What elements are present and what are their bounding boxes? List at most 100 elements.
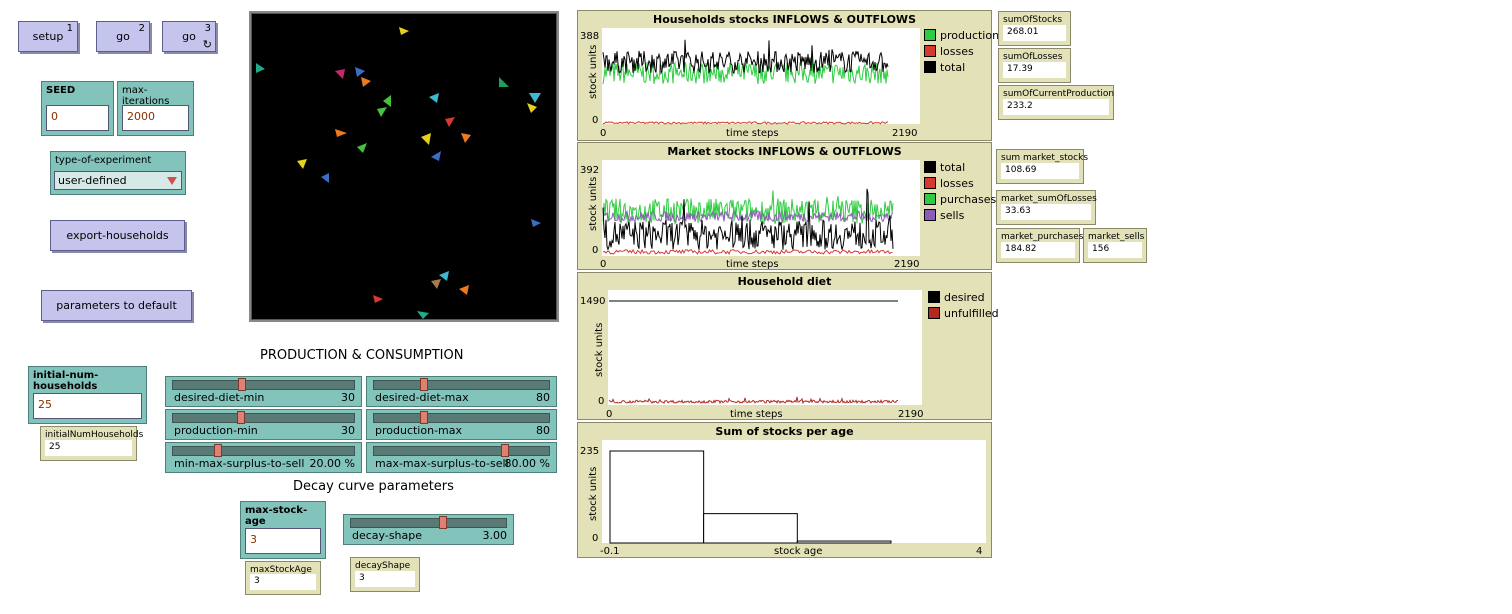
histogram-bar [609, 450, 705, 544]
setup-button[interactable]: setup 1 [18, 21, 78, 52]
slider-track[interactable] [172, 413, 355, 423]
slider-label: production-max [375, 424, 463, 437]
sum-market-stocks-value: 108.69 [1001, 163, 1079, 179]
max-stock-age-input-widget[interactable]: max-stock-age 3 [240, 501, 326, 559]
legend-label: production [940, 28, 1000, 42]
market-sumOfLosses-monitor: market_sumOfLosses 33.63 [996, 190, 1097, 225]
max-stock-age-field[interactable]: 3 [245, 528, 321, 554]
sumOfCurrentProduction-label: sumOfCurrentProduction [1003, 89, 1115, 99]
market-purchases-value: 184.82 [1001, 242, 1075, 258]
slider-value: 80 [536, 391, 550, 404]
plot-legend: production losses total [924, 27, 999, 75]
plot-area [608, 290, 922, 405]
slider-thumb[interactable] [420, 411, 428, 424]
turtle-icon [297, 159, 307, 169]
slider-value: 20.00 % [309, 457, 355, 470]
slider-thumb[interactable] [420, 378, 428, 391]
legend-label: unfulfilled [944, 306, 999, 320]
slider-thumb[interactable] [439, 516, 447, 529]
maxStockAge-value: 3 [250, 574, 316, 590]
legend-swatch [924, 61, 936, 73]
slider-track[interactable] [350, 518, 507, 528]
seed-input-widget[interactable]: SEED 0 [41, 81, 114, 136]
legend-label: losses [940, 44, 974, 58]
slider-label: desired-diet-min [174, 391, 265, 404]
slider-thumb[interactable] [237, 411, 245, 424]
parameters-to-default-button[interactable]: parameters to default [41, 290, 192, 321]
slider-label: decay-shape [352, 529, 423, 542]
market-sells-label: market_sells [1088, 232, 1145, 242]
max-iterations-input-widget[interactable]: max-iterations 2000 [117, 81, 194, 136]
slider-value: 30 [341, 391, 355, 404]
legend-label: total [940, 160, 966, 174]
y-max-label: 388 [580, 31, 599, 42]
plot-legend: total losses purchases sells [924, 159, 996, 223]
max-max-surplus-to-sell-slider[interactable]: max-max-surplus-to-sell 80.00 % [366, 442, 557, 473]
desired-diet-max-slider[interactable]: desired-diet-max 80 [366, 376, 557, 407]
legend-label: losses [940, 176, 974, 190]
initial-num-households-input-widget[interactable]: initial-num-households 25 [28, 366, 147, 424]
x-axis-label: stock age [774, 546, 822, 557]
type-of-experiment-value: user-defined [58, 174, 127, 187]
legend-label: purchases [940, 192, 997, 206]
y-axis-label: stock units [594, 323, 605, 377]
turtle-icon [529, 93, 541, 103]
go-once-button[interactable]: go 2 [96, 21, 150, 52]
max-iterations-field[interactable]: 2000 [122, 105, 189, 131]
turtle-icon [445, 117, 455, 127]
market-sumOfLosses-label: market_sumOfLosses [1001, 194, 1097, 204]
slider-track[interactable] [373, 413, 550, 423]
min-max-surplus-to-sell-slider[interactable]: min-max-surplus-to-sell 20.00 % [165, 442, 362, 473]
go-forever-button[interactable]: go 3 ↻ [162, 21, 216, 52]
initialNumHouseholds-monitor: initialNumHouseholds 25 [40, 426, 143, 461]
y-axis-label: stock units [588, 45, 599, 99]
production-max-slider[interactable]: production-max 80 [366, 409, 557, 440]
turtle-icon [399, 27, 409, 35]
initial-num-households-field[interactable]: 25 [33, 393, 142, 419]
decay-curve-note: Decay curve parameters [293, 479, 454, 494]
turtle-icon [335, 69, 345, 79]
world-view[interactable] [249, 11, 559, 322]
desired-diet-min-slider[interactable]: desired-diet-min 30 [165, 376, 362, 407]
y-min-label: 0 [598, 396, 604, 407]
turtle-icons [256, 27, 541, 319]
type-of-experiment-chooser[interactable]: type-of-experiment user-defined [50, 151, 186, 195]
slider-track[interactable] [373, 380, 550, 390]
turtle-icon [461, 133, 471, 143]
initialNumHouseholds-value: 25 [45, 440, 132, 456]
sum-of-stocks-per-age-plot: Sum of stocks per age 235 0 -0.1 4 stock… [577, 422, 992, 558]
y-max-label: 392 [580, 165, 599, 176]
y-min-label: 0 [592, 115, 598, 126]
turtle-icon [321, 173, 329, 183]
production-min-slider[interactable]: production-min 30 [165, 409, 362, 440]
x-max-label: 2190 [892, 128, 917, 139]
legend-swatch [924, 161, 936, 173]
slider-label: max-max-surplus-to-sell [375, 457, 509, 470]
legend-label: desired [944, 290, 985, 304]
market-sells-monitor: market_sells 156 [1083, 228, 1147, 263]
export-households-button[interactable]: export-households [50, 220, 185, 251]
turtle-icon [531, 219, 541, 227]
production-consumption-note: PRODUCTION & CONSUMPTION [260, 348, 464, 363]
sumOfLosses-label: sumOfLosses [1003, 52, 1063, 62]
seed-field[interactable]: 0 [46, 105, 109, 131]
type-of-experiment-select[interactable]: user-defined [54, 171, 182, 190]
seed-label: SEED [46, 85, 76, 96]
slider-thumb[interactable] [238, 378, 246, 391]
slider-track[interactable] [373, 446, 550, 456]
market-sells-value: 156 [1088, 242, 1142, 258]
decay-shape-slider[interactable]: decay-shape 3.00 [343, 514, 514, 545]
y-axis-label: stock units [588, 177, 599, 231]
slider-track[interactable] [172, 446, 355, 456]
x-min-label: 0 [600, 128, 606, 139]
slider-thumb[interactable] [501, 444, 509, 457]
legend-swatch [924, 209, 936, 221]
turtles-layer [256, 27, 541, 319]
legend-swatch [924, 177, 936, 189]
turtle-icon [335, 129, 347, 137]
slider-thumb[interactable] [214, 444, 222, 457]
legend-swatch [928, 307, 940, 319]
x-max-label: 4 [976, 546, 982, 557]
slider-value: 3.00 [482, 529, 508, 542]
slider-track[interactable] [172, 380, 355, 390]
